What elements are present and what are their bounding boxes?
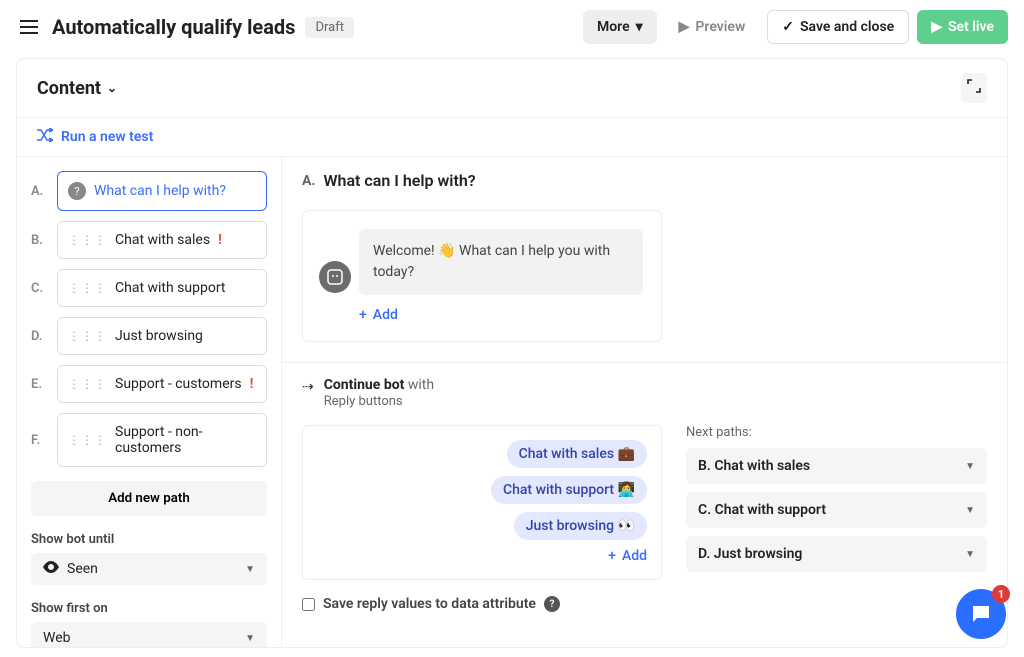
path-item-2[interactable]: ⋮⋮⋮ Chat with support	[57, 269, 267, 307]
path-item-5[interactable]: ⋮⋮⋮ Support - non-customers	[57, 413, 267, 467]
path-letter: D.	[31, 329, 47, 344]
reply-chip-0[interactable]: Chat with sales 💼	[507, 440, 647, 468]
path-letter: A.	[31, 184, 47, 199]
help-icon: ?	[68, 182, 86, 200]
run-test-button[interactable]: Run a new test	[17, 118, 1007, 157]
drag-icon: ⋮⋮⋮	[68, 433, 107, 447]
warning-icon: !	[250, 376, 254, 392]
save-reply-label: Save reply values to data attribute	[323, 596, 536, 612]
path-label: Chat with sales	[115, 232, 210, 248]
drag-icon: ⋮⋮⋮	[68, 233, 107, 247]
path-label: Just browsing	[115, 328, 203, 344]
eye-icon	[43, 561, 59, 577]
path-letter: E.	[31, 377, 47, 392]
warning-icon: !	[218, 232, 222, 248]
path-label: Support - non-customers	[115, 424, 256, 456]
path-item-0[interactable]: ? What can I help with?	[57, 171, 267, 211]
plus-icon: +	[359, 307, 367, 323]
save-reply-checkbox[interactable]	[302, 598, 315, 611]
show-until-select[interactable]: Seen ▼	[31, 553, 267, 585]
set-live-button[interactable]: ▶ Set live	[917, 10, 1008, 44]
show-first-select[interactable]: Web ▼	[31, 622, 267, 647]
path-letter: B.	[31, 233, 47, 248]
drag-icon: ⋮⋮⋮	[68, 377, 107, 391]
shuffle-icon	[37, 128, 53, 146]
continue-arrow-icon: ⇢	[302, 377, 314, 395]
chevron-down-icon: ⌄	[107, 81, 117, 95]
message-card: Welcome! 👋 What can I help you with toda…	[302, 210, 662, 342]
play-icon: ▶	[679, 19, 690, 35]
drag-icon: ⋮⋮⋮	[68, 329, 107, 343]
detail-letter: A.	[302, 173, 315, 189]
show-until-label: Show bot until	[31, 532, 267, 547]
continue-with: with	[408, 377, 434, 393]
chevron-down-icon: ▼	[965, 549, 975, 560]
continue-label: Continue bot	[324, 377, 405, 393]
chat-badge: 1	[992, 585, 1010, 603]
section-title[interactable]: Content ⌄	[37, 78, 117, 99]
add-reply-button[interactable]: + Add	[608, 548, 647, 564]
drag-icon: ⋮⋮⋮	[68, 281, 107, 295]
add-message-button[interactable]: + Add	[359, 307, 398, 323]
help-icon[interactable]: ?	[544, 596, 560, 612]
chevron-down-icon: ▼	[965, 461, 975, 472]
reply-chip-1[interactable]: Chat with support 👩‍💻	[491, 476, 647, 504]
reply-chip-2[interactable]: Just browsing 👀	[514, 512, 647, 540]
chevron-down-icon: ▼	[245, 564, 255, 575]
expand-icon[interactable]	[961, 73, 987, 103]
next-path-2[interactable]: D. Just browsing▼	[686, 536, 987, 572]
chevron-down-icon: ▼	[965, 505, 975, 516]
chat-launcher[interactable]: 1	[956, 589, 1006, 639]
play-icon: ▶	[931, 19, 942, 35]
caret-down-icon: ▾	[636, 19, 643, 35]
more-button[interactable]: More ▾	[583, 10, 657, 44]
next-path-1[interactable]: C. Chat with support▼	[686, 492, 987, 528]
path-item-3[interactable]: ⋮⋮⋮ Just browsing	[57, 317, 267, 355]
path-letter: C.	[31, 281, 47, 296]
welcome-message[interactable]: Welcome! 👋 What can I help you with toda…	[359, 229, 643, 295]
path-label: Support - customers	[115, 376, 242, 392]
save-close-button[interactable]: ✓ Save and close	[767, 10, 909, 44]
show-first-label: Show first on	[31, 601, 267, 616]
path-item-1[interactable]: ⋮⋮⋮ Chat with sales !	[57, 221, 267, 259]
next-path-0[interactable]: B. Chat with sales▼	[686, 448, 987, 484]
add-path-button[interactable]: Add new path	[31, 481, 267, 516]
plus-icon: +	[608, 548, 616, 564]
path-label: Chat with support	[115, 280, 226, 296]
next-paths-label: Next paths:	[686, 425, 987, 440]
reply-buttons-card: Chat with sales 💼 Chat with support 👩‍💻 Ju…	[302, 425, 662, 580]
menu-icon[interactable]	[16, 16, 42, 38]
preview-button[interactable]: ▶ Preview	[665, 10, 760, 44]
status-badge: Draft	[305, 17, 354, 38]
continue-sub: Reply buttons	[324, 394, 403, 409]
chevron-down-icon: ▼	[245, 633, 255, 644]
page-title: Automatically qualify leads	[52, 15, 295, 39]
path-label: What can I help with?	[94, 183, 226, 199]
check-icon: ✓	[782, 19, 794, 35]
path-letter: F.	[31, 433, 47, 448]
detail-title: What can I help with?	[323, 171, 475, 190]
path-item-4[interactable]: ⋮⋮⋮ Support - customers !	[57, 365, 267, 403]
bot-avatar-icon	[319, 261, 351, 293]
